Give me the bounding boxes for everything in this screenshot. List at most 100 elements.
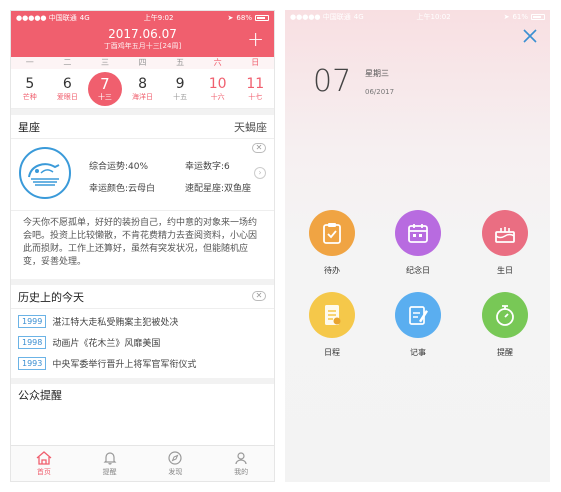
- status-time: 上午10:02: [416, 13, 451, 21]
- history-title: 历史上的今天: [18, 290, 84, 304]
- scorpio-icon: [19, 147, 71, 199]
- history-item[interactable]: 1998 动画片《花木兰》风靡美国: [11, 332, 274, 353]
- status-time: 上午9:02: [143, 14, 174, 22]
- year-badge: 1999: [18, 315, 47, 328]
- calendar-day-selected[interactable]: 7 十三: [86, 69, 124, 108]
- schedule-button[interactable]: 日程: [292, 292, 372, 358]
- add-button[interactable]: +: [247, 29, 264, 49]
- tab-bar: 首页 提醒 发现 我的: [11, 445, 274, 481]
- action-label: 生日: [497, 266, 513, 275]
- lucky-number: 幸运数字:6: [185, 159, 265, 172]
- day-lunar-label: 十六: [210, 92, 225, 101]
- lunar-date: 丁酉鸡年五月十三[24周]: [103, 42, 182, 50]
- day-number: 5: [25, 75, 35, 92]
- weekday-label: 二: [63, 58, 72, 67]
- calendar-day[interactable]: 10 十六: [199, 69, 237, 108]
- schedule-doc-icon: [309, 292, 355, 338]
- note-button[interactable]: 记事: [378, 292, 458, 358]
- lucky-color-value: 云母白: [128, 184, 156, 194]
- tab-label: 发现: [168, 467, 183, 476]
- day-number: 10: [208, 75, 227, 92]
- cake-icon: [482, 210, 528, 256]
- overall-fortune-label: 综合运势:: [89, 162, 129, 172]
- weekday-label: 五: [176, 58, 185, 67]
- history-item[interactable]: 1993 中央军委举行晋升上将军官军衔仪式: [11, 353, 274, 374]
- day-lunar-label: 十三: [97, 92, 112, 101]
- weekday-label: 三: [100, 58, 109, 67]
- day-number: 11: [246, 75, 265, 92]
- action-label: 纪念日: [406, 266, 430, 275]
- lucky-number-value: 6: [224, 162, 230, 172]
- birthday-button[interactable]: 生日: [465, 210, 545, 276]
- history-event: 中央军委举行晋升上将军官军衔仪式: [52, 360, 197, 370]
- history-item[interactable]: 1999 湛江特大走私受贿案主犯被处决: [11, 311, 274, 332]
- matching-sign-label: 速配星座:: [185, 184, 225, 194]
- overall-fortune: 综合运势:40%: [89, 159, 185, 172]
- home-icon: [36, 450, 52, 465]
- calendar-day[interactable]: 9 十五: [161, 69, 199, 108]
- big-day-number: 07: [313, 64, 352, 99]
- day-lunar-label: 爱眼日: [56, 92, 78, 101]
- day-lunar-label: 十五: [173, 92, 188, 101]
- action-label: 提醒: [497, 348, 513, 357]
- bell-icon: [103, 451, 117, 465]
- month-year-text: 06/2017: [365, 88, 395, 96]
- tab-profile[interactable]: 我的: [208, 446, 274, 481]
- public-reminder-title[interactable]: 公众提醒: [11, 384, 274, 408]
- chevron-right-icon[interactable]: ›: [254, 167, 266, 179]
- matching-sign: 速配星座:双鱼座: [185, 181, 265, 194]
- calendar-day[interactable]: 11 十七: [236, 69, 274, 108]
- tab-label: 首页: [36, 467, 51, 476]
- history-event: 湛江特大走私受贿案主犯被处决: [52, 318, 179, 328]
- close-icon[interactable]: ✕: [252, 143, 266, 153]
- horoscope-stats: 综合运势:40% 幸运数字:6 幸运颜色:云母白 速配星座:双鱼座: [89, 159, 265, 194]
- history-list: 1999 湛江特大走私受贿案主犯被处决 1998 动画片《花木兰》风靡美国 19…: [11, 309, 274, 374]
- horoscope-description: 今天你不愿孤单，好好的装扮自己，约中意的对象来一场约会吧。投资上比较懒散，不肯花…: [23, 218, 258, 267]
- tab-home[interactable]: 首页: [11, 446, 77, 481]
- note-pencil-icon: [395, 292, 441, 338]
- battery-percent: 61%: [512, 13, 528, 21]
- close-icon[interactable]: [522, 28, 538, 44]
- carrier-label: ●●●●● 中国联通: [290, 13, 351, 21]
- battery-icon: [531, 14, 545, 20]
- horoscope-card[interactable]: ✕ 综合运势:40% 幸运数字:6 幸运颜色:云母白 速配星座:双鱼座 ›: [11, 139, 274, 211]
- date-header: 2017.06.07 丁酉鸡年五月十三[24周] +: [11, 25, 274, 57]
- anniversary-button[interactable]: 纪念日: [378, 210, 458, 276]
- quick-add-screen: ●●●●● 中国联通 4G 上午10:02 ➤ 61% 07 星期三 06/20…: [285, 10, 550, 482]
- horoscope-header[interactable]: 星座 天蝎座: [11, 115, 274, 139]
- todo-button[interactable]: 待办: [292, 210, 372, 276]
- weekday-label: 四: [138, 58, 147, 67]
- matching-sign-value: 双鱼座: [224, 184, 252, 194]
- tab-label: 我的: [234, 467, 249, 476]
- lucky-color: 幸运颜色:云母白: [89, 181, 185, 194]
- calendar-day[interactable]: 6 爱眼日: [49, 69, 87, 108]
- tab-discover[interactable]: 发现: [143, 446, 209, 481]
- history-event: 动画片《花木兰》风靡美国: [52, 339, 161, 349]
- status-bar: ●●●●● 中国联通 4G 上午9:02 ➤ 68%: [11, 11, 274, 25]
- action-label: 记事: [410, 348, 426, 357]
- weekday-text: 星期三: [365, 69, 389, 78]
- tab-reminders[interactable]: 提醒: [77, 446, 143, 481]
- year-badge: 1998: [18, 336, 47, 349]
- calendar-day[interactable]: 5 芒种: [11, 69, 49, 108]
- day-number: 8: [138, 75, 147, 92]
- day-number: 7: [100, 74, 110, 93]
- reminder-button[interactable]: 提醒: [465, 292, 545, 358]
- calendar-home-screen: ●●●●● 中国联通 4G 上午9:02 ➤ 68% 2017.06.07 丁酉…: [10, 10, 275, 482]
- status-bar: ●●●●● 中国联通 4G 上午10:02 ➤ 61%: [285, 10, 550, 24]
- user-icon: [235, 451, 247, 464]
- action-label: 待办: [324, 266, 340, 275]
- lucky-color-label: 幸运颜色:: [89, 184, 129, 194]
- carrier-label: ●●●●● 中国联通: [16, 14, 77, 22]
- horoscope-title: 星座: [18, 120, 40, 134]
- current-date[interactable]: 2017.06.07: [11, 25, 274, 41]
- battery-percent: 68%: [236, 14, 252, 22]
- weekday-label: 六: [213, 58, 222, 67]
- calendar-day[interactable]: 8 海洋日: [124, 69, 162, 108]
- close-icon[interactable]: ✕: [252, 291, 266, 301]
- year-badge: 1993: [18, 357, 47, 370]
- weekday-label: 一: [25, 58, 34, 67]
- day-number: 6: [62, 75, 72, 92]
- location-icon: ➤: [227, 14, 234, 22]
- clipboard-check-icon: [309, 210, 355, 256]
